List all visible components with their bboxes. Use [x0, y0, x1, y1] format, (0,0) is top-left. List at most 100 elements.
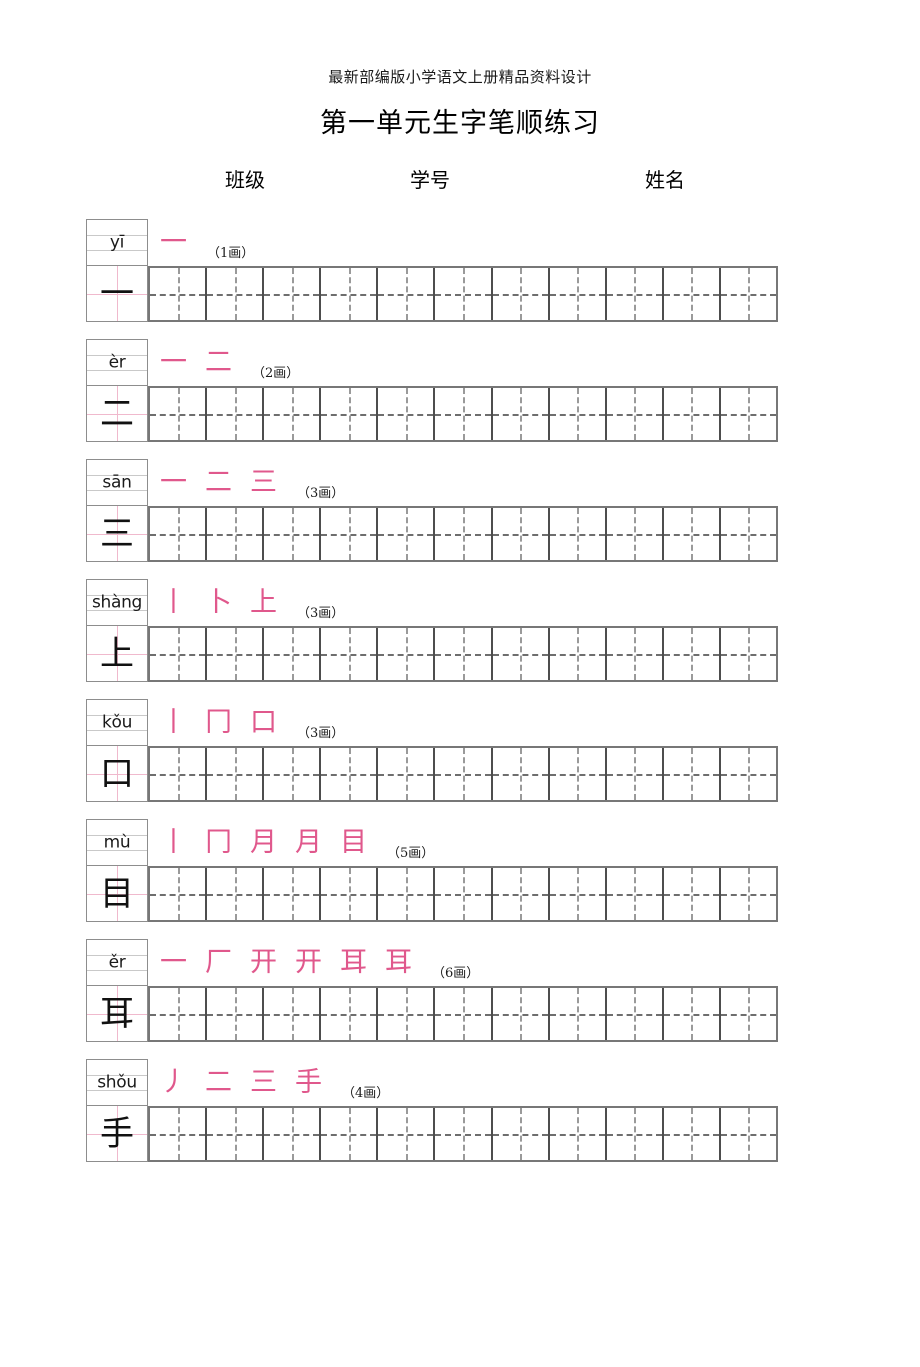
practice-cell[interactable]	[720, 748, 777, 800]
practice-cell[interactable]	[150, 388, 208, 440]
practice-cell[interactable]	[378, 1108, 436, 1160]
practice-cell[interactable]	[207, 1108, 265, 1160]
practice-cell[interactable]	[207, 868, 265, 920]
practice-cell[interactable]	[549, 508, 607, 560]
practice-cell[interactable]	[492, 388, 550, 440]
cell-guide-horizontal	[264, 1014, 320, 1016]
practice-cell[interactable]	[549, 628, 607, 680]
practice-cell[interactable]	[492, 628, 550, 680]
practice-cell[interactable]	[606, 388, 664, 440]
practice-cell[interactable]	[150, 868, 208, 920]
practice-cell[interactable]	[606, 628, 664, 680]
practice-cell[interactable]	[549, 868, 607, 920]
practice-cell[interactable]	[549, 748, 607, 800]
practice-grid[interactable]	[148, 386, 778, 442]
practice-cell[interactable]	[264, 268, 322, 320]
practice-cell[interactable]	[606, 508, 664, 560]
practice-cell[interactable]	[150, 628, 208, 680]
practice-cell[interactable]	[435, 1108, 493, 1160]
practice-cell[interactable]	[264, 748, 322, 800]
practice-cell[interactable]	[435, 748, 493, 800]
practice-cell[interactable]	[720, 508, 777, 560]
practice-cell[interactable]	[720, 388, 777, 440]
stroke-step: 月	[250, 826, 277, 858]
practice-cell[interactable]	[264, 868, 322, 920]
practice-cell[interactable]	[663, 508, 721, 560]
practice-cell[interactable]	[378, 748, 436, 800]
practice-cell[interactable]	[492, 268, 550, 320]
practice-cell[interactable]	[435, 508, 493, 560]
practice-cell[interactable]	[435, 388, 493, 440]
practice-cell[interactable]	[435, 628, 493, 680]
practice-cell[interactable]	[321, 1108, 379, 1160]
practice-cell[interactable]	[435, 868, 493, 920]
practice-cell[interactable]	[492, 1108, 550, 1160]
practice-cell[interactable]	[549, 388, 607, 440]
practice-cell[interactable]	[663, 388, 721, 440]
practice-cell[interactable]	[606, 988, 664, 1040]
practice-cell[interactable]	[321, 868, 379, 920]
practice-grid[interactable]	[148, 746, 778, 802]
practice-cell[interactable]	[720, 868, 777, 920]
practice-cell[interactable]	[321, 268, 379, 320]
practice-cell[interactable]	[150, 1108, 208, 1160]
practice-cell[interactable]	[378, 868, 436, 920]
practice-cell[interactable]	[378, 988, 436, 1040]
practice-cell[interactable]	[663, 628, 721, 680]
practice-cell[interactable]	[207, 988, 265, 1040]
practice-cell[interactable]	[606, 268, 664, 320]
practice-grid[interactable]	[148, 266, 778, 322]
practice-cell[interactable]	[264, 628, 322, 680]
practice-cell[interactable]	[606, 1108, 664, 1160]
practice-cell[interactable]	[720, 268, 777, 320]
practice-cell[interactable]	[264, 508, 322, 560]
practice-cell[interactable]	[663, 268, 721, 320]
practice-cell[interactable]	[207, 268, 265, 320]
practice-cell[interactable]	[549, 988, 607, 1040]
practice-cell[interactable]	[720, 628, 777, 680]
practice-cell[interactable]	[321, 388, 379, 440]
practice-cell[interactable]	[378, 628, 436, 680]
practice-cell[interactable]	[435, 988, 493, 1040]
practice-cell[interactable]	[321, 748, 379, 800]
practice-cell[interactable]	[492, 868, 550, 920]
practice-grid[interactable]	[148, 866, 778, 922]
practice-cell[interactable]	[378, 268, 436, 320]
practice-cell[interactable]	[207, 388, 265, 440]
practice-cell[interactable]	[264, 988, 322, 1040]
practice-cell[interactable]	[321, 628, 379, 680]
practice-cell[interactable]	[378, 508, 436, 560]
practice-cell[interactable]	[150, 268, 208, 320]
practice-cell[interactable]	[663, 748, 721, 800]
practice-cell[interactable]	[264, 388, 322, 440]
practice-cell[interactable]	[720, 1108, 777, 1160]
practice-cell[interactable]	[321, 508, 379, 560]
practice-cell[interactable]	[720, 988, 777, 1040]
practice-cell[interactable]	[435, 268, 493, 320]
practice-cell[interactable]	[663, 1108, 721, 1160]
practice-cell[interactable]	[663, 868, 721, 920]
practice-grid[interactable]	[148, 1106, 778, 1162]
practice-cell[interactable]	[150, 508, 208, 560]
practice-cell[interactable]	[492, 508, 550, 560]
practice-cell[interactable]	[150, 748, 208, 800]
practice-cell[interactable]	[207, 508, 265, 560]
practice-cell[interactable]	[207, 628, 265, 680]
practice-cell[interactable]	[492, 748, 550, 800]
cell-guide-horizontal	[549, 1014, 605, 1016]
cell-guide-horizontal	[264, 534, 320, 536]
practice-cell[interactable]	[549, 268, 607, 320]
practice-cell[interactable]	[150, 988, 208, 1040]
practice-grid[interactable]	[148, 506, 778, 562]
practice-cell[interactable]	[606, 748, 664, 800]
practice-cell[interactable]	[207, 748, 265, 800]
practice-cell[interactable]	[321, 988, 379, 1040]
practice-cell[interactable]	[549, 1108, 607, 1160]
practice-grid[interactable]	[148, 626, 778, 682]
practice-grid[interactable]	[148, 986, 778, 1042]
practice-cell[interactable]	[492, 988, 550, 1040]
practice-cell[interactable]	[606, 868, 664, 920]
practice-cell[interactable]	[663, 988, 721, 1040]
practice-cell[interactable]	[264, 1108, 322, 1160]
practice-cell[interactable]	[378, 388, 436, 440]
